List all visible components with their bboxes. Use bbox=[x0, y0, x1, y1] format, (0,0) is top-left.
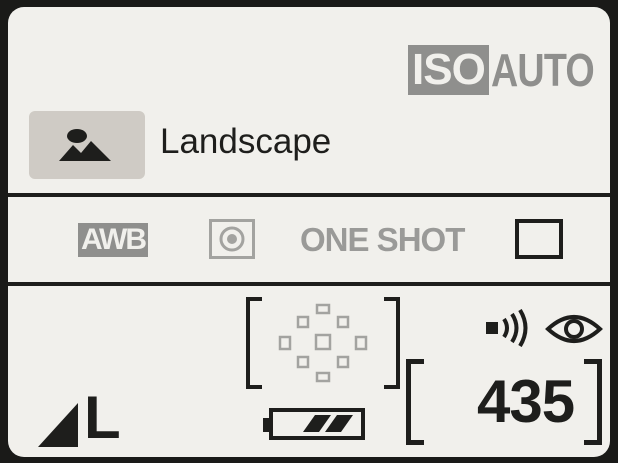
shots-bracket-left bbox=[406, 359, 424, 445]
white-balance-badge[interactable]: AWB bbox=[78, 223, 148, 257]
af-point-frame-icon bbox=[246, 297, 400, 389]
image-quality-size: L bbox=[84, 384, 121, 451]
iso-value: AUTO bbox=[490, 44, 595, 96]
af-points-display bbox=[246, 297, 400, 394]
beep-sound-icon bbox=[486, 309, 528, 347]
landscape-mountain-icon bbox=[59, 129, 111, 161]
battery-icon bbox=[263, 408, 365, 440]
large-fine-quality-icon bbox=[38, 403, 78, 447]
iso-setting[interactable]: ISO AUTO bbox=[408, 43, 610, 97]
shots-bracket-right bbox=[584, 359, 602, 445]
shooting-mode-label: Landscape bbox=[160, 122, 332, 161]
divider-top bbox=[8, 193, 610, 197]
shooting-mode-icon-box[interactable] bbox=[29, 111, 145, 179]
iso-badge: ISO bbox=[408, 45, 489, 95]
single-shot-drive-icon[interactable] bbox=[515, 219, 563, 259]
eye-sensor-icon bbox=[545, 315, 603, 343]
camera-lcd-screen: ISO AUTO Landscape AWB ONE SHOT 435 L bbox=[8, 7, 610, 457]
evaluative-metering-icon bbox=[219, 226, 245, 252]
af-mode-label[interactable]: ONE SHOT bbox=[300, 220, 465, 260]
metering-mode[interactable] bbox=[209, 219, 255, 259]
shots-remaining: 435 bbox=[477, 368, 575, 435]
divider-bottom bbox=[8, 282, 610, 286]
